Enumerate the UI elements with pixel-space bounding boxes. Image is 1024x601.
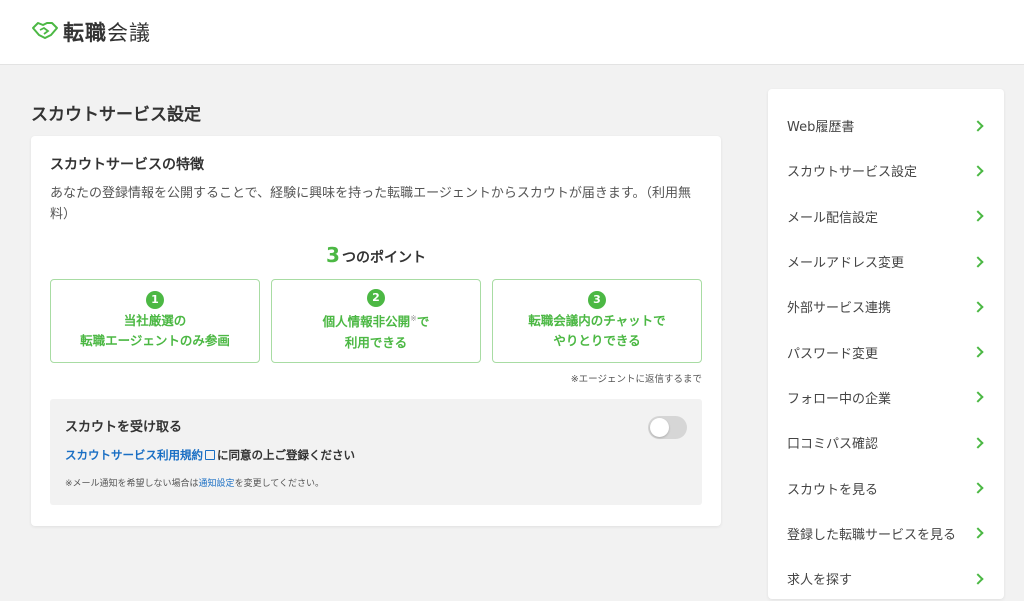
logo[interactable]: 転職会議 [31, 17, 151, 47]
point-item: 2 個人情報非公開※で 利用できる [271, 279, 481, 363]
points-heading: 3 つのポイント [326, 243, 426, 267]
point-item: 1 当社厳選の 転職エージェントのみ参画 [50, 279, 260, 363]
chevron-right-icon [972, 346, 984, 358]
settings-sidebar: Web履歴書 スカウトサービス設定 メール配信設定 メールアドレス変更 外部サー… [768, 89, 1004, 599]
scout-features-card: スカウトサービスの特徴 あなたの登録情報を公開することで、経験に興味を持った転職… [31, 136, 721, 526]
card-description: あなたの登録情報を公開することで、経験に興味を持った転職エージェントからスカウト… [50, 186, 692, 222]
notification-settings-link[interactable]: 通知設定 [199, 479, 235, 489]
point-number-badge: 3 [588, 291, 606, 309]
chevron-right-icon [972, 210, 984, 222]
terms-link[interactable]: スカウトサービス利用規約 [65, 448, 203, 462]
sidebar-item-password-change[interactable]: パスワード変更 [768, 329, 1004, 374]
sidebar-item-view-scouts[interactable]: スカウトを見る [768, 465, 1004, 510]
sidebar-item-external-services[interactable]: 外部サービス連携 [768, 284, 1004, 329]
points-number: 3 [326, 243, 340, 267]
chevron-right-icon [972, 437, 984, 449]
sidebar-item-followed-companies[interactable]: フォロー中の企業 [768, 375, 1004, 420]
sidebar-item-mail-delivery[interactable]: メール配信設定 [768, 194, 1004, 239]
chevron-right-icon [972, 391, 984, 404]
sidebar-item-scout-settings[interactable]: スカウトサービス設定 [768, 148, 1004, 193]
scout-receive-toggle[interactable] [648, 416, 687, 439]
main-content: スカウトサービス設定 スカウトサービスの特徴 あなたの登録情報を公開することで、… [31, 103, 721, 526]
sidebar-item-email-change[interactable]: メールアドレス変更 [768, 239, 1004, 284]
chevron-right-icon [972, 255, 984, 268]
notification-note: ※メール通知を希望しない場合は通知設定を変更してください。 [65, 479, 325, 489]
terms-text: スカウトサービス利用規約 に同意の上ご登録ください [65, 448, 355, 462]
external-link-icon [205, 450, 215, 460]
chevron-right-icon [972, 301, 984, 313]
sidebar-item-find-jobs[interactable]: 求人を探す [768, 556, 1004, 601]
header: 転職会議 [0, 0, 1024, 65]
points-list: 1 当社厳選の 転職エージェントのみ参画 2 個人情報非公開※で 利用できる 3… [50, 279, 702, 363]
toggle-knob [650, 418, 669, 437]
chevron-right-icon [972, 572, 984, 585]
chevron-right-icon [972, 165, 984, 177]
sidebar-item-registered-services[interactable]: 登録した転職サービスを見る [768, 511, 1004, 556]
handshake-logo-icon [31, 19, 59, 45]
logo-text: 転職会議 [63, 21, 151, 45]
chevron-right-icon [972, 482, 984, 494]
scout-receive-box: スカウトを受け取る スカウトサービス利用規約 に同意の上ご登録ください ※メール通… [50, 399, 702, 505]
sidebar-item-web-resume[interactable]: Web履歴書 [768, 103, 1004, 148]
points-note: ※エージェントに返信するまで [570, 374, 702, 385]
point-number-badge: 1 [146, 291, 164, 309]
chevron-right-icon [972, 527, 984, 539]
chevron-right-icon [972, 119, 984, 132]
page-title: スカウトサービス設定 [31, 105, 201, 125]
point-number-badge: 2 [367, 289, 385, 308]
card-title: スカウトサービスの特徴 [50, 157, 204, 173]
scout-receive-label: スカウトを受け取る [65, 420, 183, 435]
point-item: 3 転職会議内のチャットで やりとりできる [492, 279, 702, 363]
sidebar-item-review-pass[interactable]: 口コミパス確認 [768, 420, 1004, 465]
